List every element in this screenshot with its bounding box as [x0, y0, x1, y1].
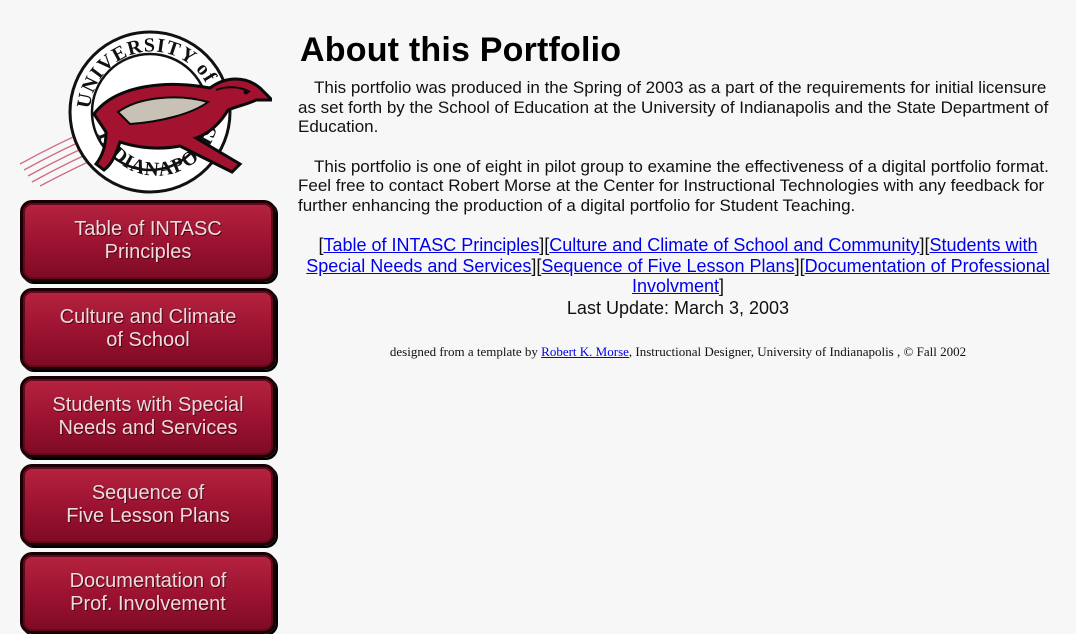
link-culture-climate[interactable]: Culture and Climate of School and Commun… — [549, 235, 919, 255]
nav-button-lesson-plans[interactable]: Sequence of Five Lesson Plans — [20, 464, 276, 546]
intro-paragraph-text: This portfolio was produced in the Sprin… — [298, 78, 1049, 136]
last-update-text: Last Update: March 3, 2003 — [566, 297, 790, 318]
designer-link[interactable]: Robert K. Morse — [541, 344, 629, 359]
nav-button-label: Sequence of Five Lesson Plans — [66, 482, 230, 527]
nav-button-special-needs[interactable]: Students with Special Needs and Services — [20, 376, 276, 458]
page-title: About this Portfolio — [300, 31, 622, 69]
pilot-paragraph: This portfolio is one of eight in pilot … — [298, 157, 1058, 216]
nav-button-label: Table of INTASC Principles — [74, 218, 222, 263]
link-lesson-plans[interactable]: Sequence of Five Lesson Plans — [541, 256, 794, 276]
pilot-paragraph-text: This portfolio is one of eight in pilot … — [298, 156, 1049, 215]
credit-suffix: , Instructional Designer, University of … — [628, 344, 967, 359]
designer-credit: designed from a template by Robert K. Mo… — [298, 344, 1058, 360]
nav-button-label: Documentation of Prof. Involvement — [69, 570, 227, 615]
nav-button-intasc-principles[interactable]: Table of INTASC Principles — [20, 200, 276, 282]
nav-button-label: Culture and Climate of School — [59, 306, 237, 351]
nav-button-label: Students with Special Needs and Services — [52, 394, 244, 439]
nav-button-culture-climate[interactable]: Culture and Climate of School — [20, 288, 276, 370]
link-intasc-principles[interactable]: Table of INTASC Principles — [323, 235, 539, 255]
nav-button-professional-involvement[interactable]: Documentation of Prof. Involvement — [20, 552, 276, 634]
university-logo: UNIVERSITY of INDIANAPOLIS — [19, 14, 276, 198]
intro-paragraph: This portfolio was produced in the Sprin… — [298, 78, 1058, 137]
text-link-bar: [Table of INTASC Principles][Culture and… — [298, 235, 1058, 318]
main-content: About this Portfolio This portfolio was … — [298, 30, 1058, 360]
credit-prefix: designed from a template by — [389, 344, 538, 359]
